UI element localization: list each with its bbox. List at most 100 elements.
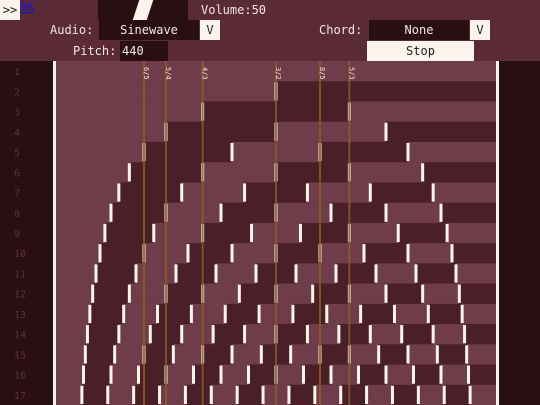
- grid-cell[interactable]: [188, 243, 233, 264]
- grid-cell[interactable]: [437, 344, 468, 366]
- grid-cell[interactable]: [114, 344, 145, 366]
- grid-cell[interactable]: [92, 283, 130, 305]
- grid-cell[interactable]: [349, 283, 387, 305]
- back-link[interactable]: BK: [20, 0, 34, 14]
- grid-cell[interactable]: [144, 344, 174, 366]
- grid-cell[interactable]: [416, 263, 457, 285]
- harmonic-grid-svg[interactable]: 12345678910111213141516176/5 5/4 4/3 3/2 8/5…: [0, 61, 540, 405]
- grid-cell[interactable]: [133, 384, 161, 405]
- grid-cell[interactable]: [470, 384, 497, 405]
- grid-cell[interactable]: [56, 384, 83, 405]
- grid-cell[interactable]: [56, 263, 97, 285]
- grid-cell[interactable]: [56, 162, 130, 183]
- grid-cell[interactable]: [386, 283, 424, 305]
- grid-cell[interactable]: [378, 344, 409, 366]
- grid-cell[interactable]: [466, 344, 497, 366]
- grid-cell[interactable]: [386, 121, 497, 143]
- grid-cell[interactable]: [336, 263, 377, 285]
- pitch-input[interactable]: 440: [120, 41, 168, 61]
- grid-cell[interactable]: [394, 303, 429, 325]
- grid-cell[interactable]: [129, 283, 167, 305]
- grid-cell[interactable]: [408, 141, 497, 163]
- grid-cell[interactable]: [118, 324, 151, 345]
- grid-cell[interactable]: [408, 243, 453, 264]
- grid-cell[interactable]: [462, 303, 497, 325]
- grid-cell[interactable]: [370, 324, 403, 345]
- grid-cell[interactable]: [276, 324, 308, 345]
- grid-cell[interactable]: [56, 202, 112, 224]
- grid-cell[interactable]: [213, 324, 246, 345]
- grid-cell[interactable]: [202, 162, 277, 183]
- grid-cell[interactable]: [447, 222, 497, 244]
- grid-cell[interactable]: [166, 121, 277, 143]
- grid-cell[interactable]: [185, 384, 212, 405]
- grid-cell[interactable]: [459, 283, 497, 305]
- grid-cell[interactable]: [464, 324, 497, 345]
- grid-cell[interactable]: [444, 384, 471, 405]
- grid-cell[interactable]: [376, 263, 417, 285]
- grid-cell[interactable]: [166, 202, 222, 224]
- grid-cell[interactable]: [191, 303, 226, 325]
- grid-cell[interactable]: [366, 384, 393, 405]
- grid-cell[interactable]: [292, 303, 328, 325]
- grid-cell[interactable]: [358, 364, 387, 386]
- grid-cell[interactable]: [193, 364, 222, 386]
- volume-label[interactable]: Volume:50: [201, 0, 266, 20]
- grid-cell[interactable]: [96, 263, 137, 285]
- grid-cell[interactable]: [173, 344, 204, 366]
- grid-cell[interactable]: [211, 384, 238, 405]
- grid-cell[interactable]: [159, 384, 186, 405]
- grid-cell[interactable]: [422, 162, 497, 183]
- grid-cell[interactable]: [300, 222, 350, 244]
- grid-cell[interactable]: [312, 283, 350, 305]
- grid-cell[interactable]: [276, 81, 497, 102]
- grid-cell[interactable]: [153, 222, 204, 244]
- expand-button[interactable]: >>: [0, 0, 20, 20]
- grid-cell[interactable]: [138, 364, 167, 386]
- grid-cell[interactable]: [56, 182, 120, 204]
- grid-cell[interactable]: [303, 364, 332, 386]
- audio-dropdown-button[interactable]: V: [200, 20, 220, 40]
- grid-cell[interactable]: [244, 324, 277, 345]
- chord-select[interactable]: None: [369, 20, 469, 40]
- grid-cell[interactable]: [56, 283, 94, 305]
- grid-cell[interactable]: [296, 263, 337, 285]
- grid-cell[interactable]: [288, 384, 316, 405]
- grid-cell[interactable]: [221, 364, 249, 386]
- grid-cell[interactable]: [441, 202, 497, 224]
- grid-cell[interactable]: [239, 283, 277, 305]
- grid-cell[interactable]: [349, 162, 424, 183]
- grid-cell[interactable]: [123, 303, 159, 325]
- grid-cell[interactable]: [81, 384, 109, 405]
- grid-cell[interactable]: [225, 303, 260, 325]
- grid-cell[interactable]: [56, 101, 204, 123]
- grid-cell[interactable]: [276, 243, 321, 264]
- grid-cell[interactable]: [320, 243, 365, 264]
- grid-cell[interactable]: [216, 263, 257, 285]
- grid-cell[interactable]: [320, 141, 409, 163]
- grid-cell[interactable]: [386, 202, 442, 224]
- grid-cell[interactable]: [181, 182, 246, 204]
- grid-cell[interactable]: [85, 344, 116, 366]
- grid-cell[interactable]: [418, 384, 445, 405]
- grid-cell[interactable]: [83, 364, 112, 386]
- grid-cell[interactable]: [433, 182, 497, 204]
- grid-cell[interactable]: [181, 324, 214, 345]
- grid-cell[interactable]: [221, 202, 277, 224]
- grid-cell[interactable]: [232, 344, 262, 366]
- grid-cell[interactable]: [314, 384, 342, 405]
- grid-cell[interactable]: [386, 364, 414, 386]
- grid-cell[interactable]: [307, 182, 371, 204]
- grid-cell[interactable]: [157, 303, 192, 325]
- grid-cell[interactable]: [468, 364, 497, 386]
- grid-cell[interactable]: [326, 303, 362, 325]
- grid-cell[interactable]: [118, 182, 183, 204]
- grid-cell[interactable]: [237, 384, 264, 405]
- grid-cell[interactable]: [398, 222, 448, 244]
- grid-cell[interactable]: [408, 344, 438, 366]
- grid-cell[interactable]: [248, 364, 277, 386]
- grid-cell[interactable]: [276, 283, 314, 305]
- grid-cell[interactable]: [331, 202, 387, 224]
- grid-cell[interactable]: [370, 182, 434, 204]
- grid-cell[interactable]: [338, 324, 371, 345]
